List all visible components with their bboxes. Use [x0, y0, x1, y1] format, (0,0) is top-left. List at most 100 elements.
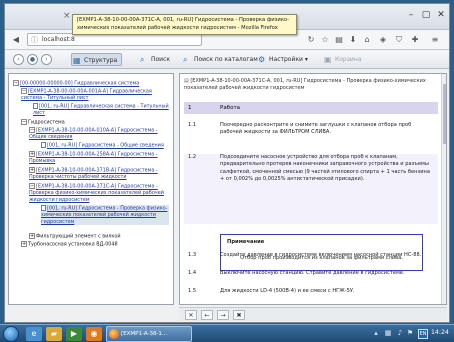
home-icon[interactable]: ⌂ — [361, 34, 373, 46]
tree-node-selected[interactable]: [001, ru-RU] Гидросистема - Проверка физ… — [41, 205, 169, 226]
tray-arrow-icon[interactable]: ▴ — [372, 329, 380, 338]
tree-node-label[interactable]: [001, ru-RU] Гидросистема - Проверка физ… — [41, 206, 167, 225]
browser-window: × – ▢ ✕ [EXMP1-A-38-10-00-00A-371C-A, 00… — [4, 3, 450, 323]
tree-node[interactable]: − [EXMP1-A-38-10-00-00A-371C-A] Гидросист… — [29, 183, 169, 203]
taskbar: e ▰ ▶ ◉ [EXMP1-A-38-1... ▴ ▦ ♪ ⚑ EN 14:2… — [0, 324, 454, 342]
step-number: 1.5 — [188, 288, 197, 294]
tree-node-label: Турбонасосная установка ВД-0048 — [28, 241, 118, 248]
tree-node-label[interactable]: [00-00000-00000-00] Гидравлическая систе… — [20, 81, 139, 87]
collapse-icon[interactable]: − — [29, 183, 35, 189]
tree-node-label: Гидросистема — [28, 119, 65, 126]
collapse-icon[interactable]: − — [21, 119, 27, 125]
tab-search[interactable]: ⌕ Поиск — [139, 53, 170, 66]
scrollbar-thumb[interactable] — [443, 84, 446, 144]
network-icon[interactable]: ▦ — [384, 329, 392, 338]
step-text: Для жидкости LD-4 (500В-4) и ее смеси с … — [220, 288, 355, 294]
expand-icon[interactable]: + — [29, 167, 35, 173]
expand-icon[interactable]: + — [29, 233, 35, 239]
document-nav-bar: ✕ ← → ✖ — [179, 307, 447, 321]
minimize-button[interactable]: – — [405, 9, 417, 21]
tree-node-label[interactable]: [EXMP1-A-38-00-00-00A-001A-A] Гидравличе… — [21, 89, 152, 102]
media-icon[interactable]: ▶ — [66, 327, 82, 341]
cart-button[interactable]: ▣ Корзина — [323, 53, 361, 66]
tree-node-label[interactable]: [EXMP1-A-38-10-00-00A-371C-A] Гидросисте… — [29, 184, 164, 203]
settings-menu[interactable]: ⚙ Настройки ▾ — [257, 53, 308, 66]
tab-catalog-search-label: Поиск по каталогам — [194, 56, 258, 63]
menu-icon[interactable]: ≡ — [429, 34, 441, 46]
pocket-icon[interactable]: ◈ — [377, 34, 389, 46]
tree-node[interactable]: − [00-00000-00000-00] Гидравлическая сист… — [13, 80, 171, 87]
tree-node-label[interactable]: [001, ru-RU] Гидравлическая система - Ти… — [33, 104, 169, 117]
step-number: 1.2 — [188, 154, 197, 160]
tree-node[interactable]: + Турбонасосная установка ВД-0048 — [21, 241, 169, 248]
step-text: Подсоедините насосное устройство для отб… — [220, 154, 430, 183]
task-label: [EXMP1-A-38-1... — [121, 331, 168, 337]
ie-icon[interactable]: e — [26, 327, 42, 341]
collapse-icon[interactable]: − — [21, 88, 27, 94]
scrollbar[interactable] — [441, 74, 446, 304]
desktop: × – ▢ ✕ [EXMP1-A-38-10-00-00A-371C-A, 00… — [0, 0, 454, 342]
tab-close-icon[interactable]: × — [63, 11, 71, 21]
bookmark-icon[interactable]: ▤ — [333, 34, 345, 46]
tree-node-label[interactable]: [EXMP1-A-38-10-00-00A-010A-A] Гидросисте… — [29, 128, 158, 141]
tree-node-label[interactable]: [001, ru-RU] Гидросистема - Общие сведен… — [47, 143, 164, 149]
tree-node[interactable]: − [EXMP1-A-38-10-00-00A-010A-A] Гидросист… — [29, 127, 169, 141]
language-indicator[interactable]: EN — [418, 329, 428, 339]
url-text: localhost:8 — [42, 36, 75, 43]
expand-icon[interactable]: + — [21, 241, 27, 247]
star-icon[interactable]: ☆ — [319, 34, 331, 46]
collapse-icon[interactable]: − — [29, 127, 35, 133]
collapse-left-icon[interactable]: ‹ — [13, 54, 24, 65]
taskbar-task-firefox[interactable]: [EXMP1-A-38-1... — [106, 326, 192, 342]
tree-node[interactable]: + [EXMP1-A-38-10-00-00A-371B-A] Гидросист… — [29, 167, 169, 181]
tree-node[interactable]: [001, ru-RU] Гидросистема - Общие сведен… — [41, 142, 169, 149]
shield-icon[interactable]: ⛉ — [393, 34, 405, 46]
work-section-header: 1 Работа — [184, 102, 438, 114]
close-window-button[interactable]: ✕ — [435, 9, 447, 21]
tree-node-label: Фильтрующий элемент с вилкой — [36, 233, 121, 240]
tree-node[interactable]: + Фильтрующий элемент с вилкой — [29, 233, 169, 240]
close-doc-button[interactable]: ✕ — [185, 310, 197, 320]
clock: 14:24 — [431, 329, 449, 336]
step-row: 1.2 Подсоедините насосное устройство для… — [184, 154, 438, 224]
back-icon[interactable]: ◀ — [10, 34, 22, 46]
firefox-icon[interactable]: ◉ — [86, 327, 102, 341]
step-text: Поочередно расконтрите и снимите заглушк… — [220, 122, 412, 136]
tab-structure[interactable]: ▦ Структура — [71, 53, 123, 66]
tab-catalog-search[interactable]: ⌕ Поиск по каталогам — [182, 53, 258, 66]
title-tooltip: [EXMP1-A-38-10-00-00A-371C-A, 001, ru-RU… — [72, 14, 297, 36]
tree-node[interactable]: + [EXMP1-A-38-10-00-00A-258A-A] Гидросист… — [29, 151, 169, 165]
tab-structure-label: Структура — [84, 57, 118, 64]
start-button[interactable] — [3, 326, 19, 342]
remove-button[interactable]: ✖ — [233, 310, 245, 320]
volume-icon[interactable]: ♪ — [396, 329, 404, 338]
download-icon[interactable]: ⬇ — [347, 34, 359, 46]
reload-icon[interactable]: ↻ — [305, 34, 317, 46]
maximize-button[interactable]: ▢ — [420, 9, 432, 21]
extension-icon[interactable]: ✚ — [409, 34, 421, 46]
folder-icon[interactable]: ▰ — [46, 327, 62, 341]
document-icon — [41, 205, 46, 211]
app-toolbar: ‹ ● › ▦ Структура ⌕ Поиск ⌕ Поиск по кат… — [5, 51, 449, 69]
tree-node-label[interactable]: [EXMP1-A-38-10-00-00A-371B-A] Гидросисте… — [29, 168, 158, 181]
expand-icon[interactable]: + — [29, 151, 35, 157]
note-title: Примечание — [227, 239, 265, 245]
document-icon — [33, 103, 38, 109]
tree-node-label[interactable]: [EXMP1-A-38-10-00-00A-258A-A] Гидросисте… — [29, 152, 158, 165]
step-text: Создайте давление в гидросистеме включен… — [220, 252, 422, 258]
tree-node[interactable]: [001, ru-RU] Гидравлическая система - Ти… — [33, 103, 169, 117]
structure-tree: − [00-00000-00000-00] Гидравлическая сист… — [8, 73, 174, 305]
stop-icon[interactable]: ● — [27, 54, 38, 65]
flag-icon[interactable]: ⚑ — [406, 329, 414, 338]
tree-node[interactable]: − [EXMP1-A-38-00-00-00A-001A-A] Гидравлич… — [21, 88, 169, 102]
next-button[interactable]: → — [217, 310, 229, 320]
tree-node[interactable]: − Гидросистема — [21, 119, 169, 126]
document-header: ▤ [EXMP1-A-38-10-00-00A-371C-A, 001, ru-… — [184, 78, 439, 92]
settings-label: Настройки — [269, 56, 303, 63]
collapse-icon[interactable]: − — [13, 80, 19, 86]
step-text: Выключите насосную станцию. Стравите дав… — [220, 270, 405, 276]
forward-icon[interactable]: › — [41, 54, 52, 65]
step-number: 1.4 — [188, 270, 197, 276]
prev-button[interactable]: ← — [201, 310, 213, 320]
tab-search-label: Поиск — [151, 56, 171, 63]
